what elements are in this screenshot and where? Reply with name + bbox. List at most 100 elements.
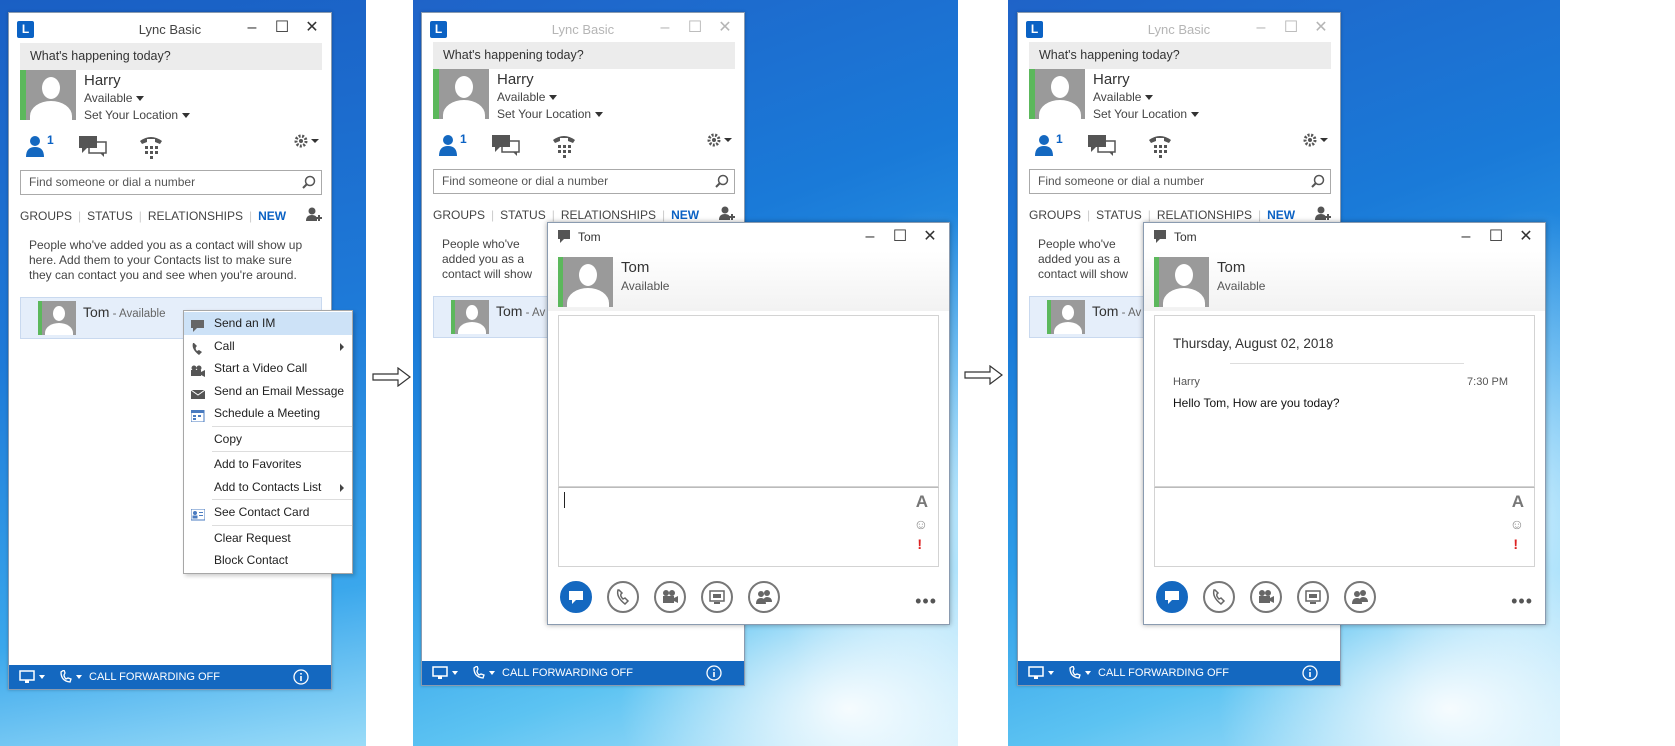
avatar[interactable] [563,257,613,307]
emoticon-icon[interactable]: ☺ [1510,516,1524,532]
location-dropdown[interactable]: Set Your Location [497,107,604,121]
maximize-button[interactable]: ☐ [885,227,915,247]
status-dropdown[interactable]: Available [497,90,558,104]
avatar[interactable] [26,70,76,120]
maximize-button[interactable]: ☐ [267,18,297,38]
phone-view-button[interactable] [551,132,577,161]
tab-status[interactable]: STATUS [87,209,133,223]
close-button[interactable]: ✕ [297,18,327,38]
call-forwarding-icon[interactable] [59,670,85,684]
more-options-button[interactable]: ••• [1511,591,1533,612]
contacts-view-button[interactable]: 1 [438,132,467,159]
menu-item-see-contact-card[interactable]: See Contact Card [184,501,352,524]
menu-item-add-to-contacts-list[interactable]: Add to Contacts List [184,476,352,499]
status-dropdown[interactable]: Available [1093,90,1154,104]
close-button[interactable]: ✕ [915,227,945,247]
menu-item-block-contact[interactable]: Block Contact [184,549,352,572]
important-icon[interactable]: ! [1513,536,1518,552]
tab-status[interactable]: STATUS [1096,208,1142,222]
whats-happening-input[interactable]: What's happening today? [1029,42,1331,69]
status-dropdown[interactable]: Available [84,91,145,105]
info-icon[interactable] [706,665,722,681]
close-button[interactable]: ✕ [1306,18,1336,38]
menu-item-schedule-a-meeting[interactable]: Schedule a Meeting [184,402,352,425]
present-button[interactable] [701,581,733,613]
location-dropdown[interactable]: Set Your Location [84,108,191,122]
call-button[interactable] [1203,581,1235,613]
font-icon[interactable]: A [916,492,928,512]
add-contact-icon[interactable] [719,206,735,222]
avatar[interactable] [1035,69,1085,119]
present-button[interactable] [1297,581,1329,613]
phone-view-button[interactable] [1147,132,1173,161]
tab-new[interactable]: NEW [671,208,699,222]
important-icon[interactable]: ! [917,536,922,552]
device-select-icon[interactable] [1028,666,1058,680]
im-button[interactable] [560,581,592,613]
maximize-button[interactable]: ☐ [1481,227,1511,247]
emoticon-icon[interactable]: ☺ [914,516,928,532]
participants-button[interactable] [748,581,780,613]
call-button[interactable] [607,581,639,613]
im-button[interactable] [1156,581,1188,613]
info-icon[interactable] [1302,665,1318,681]
options-button[interactable] [293,133,321,152]
whats-happening-input[interactable]: What's happening today? [433,42,735,69]
minimize-button[interactable]: – [1246,18,1276,38]
message-input[interactable]: A ☺ ! [1154,487,1535,567]
whats-happening-input[interactable]: What's happening today? [20,43,322,70]
call-forwarding-icon[interactable] [472,666,498,680]
contacts-view-button[interactable]: 1 [1034,132,1063,159]
menu-item-add-to-favorites[interactable]: Add to Favorites [184,453,352,476]
maximize-button[interactable]: ☐ [680,18,710,38]
close-button[interactable]: ✕ [1511,227,1541,247]
video-button[interactable] [1250,581,1282,613]
search-input[interactable]: Find someone or dial a number [433,169,735,194]
options-button[interactable] [1302,132,1330,151]
minimize-button[interactable]: – [650,18,680,38]
participants-button[interactable] [1344,581,1376,613]
tab-status[interactable]: STATUS [500,208,546,222]
more-options-button[interactable]: ••• [915,591,937,612]
add-contact-icon[interactable] [1315,206,1331,222]
menu-item-send-an-im[interactable]: Send an IM [184,312,352,335]
conversations-view-button[interactable] [491,134,521,159]
tab-groups[interactable]: GROUPS [20,209,72,223]
tab-new[interactable]: NEW [258,209,286,223]
conversations-view-button[interactable] [1087,134,1117,159]
contact-row-tom[interactable]: Tom - Av [433,296,548,338]
tab-groups[interactable]: GROUPS [433,208,485,222]
font-icon[interactable]: A [1512,492,1524,512]
call-forwarding-status[interactable]: CALL FORWARDING OFF [502,661,633,685]
search-input[interactable]: Find someone or dial a number [1029,169,1331,194]
menu-item-send-an-email-message[interactable]: Send an Email Message [184,380,352,403]
message-input[interactable]: A ☺ ! [558,487,939,567]
info-icon[interactable] [293,669,309,685]
menu-item-clear-request[interactable]: Clear Request [184,527,352,550]
tab-relationships[interactable]: RELATIONSHIPS [561,208,656,222]
minimize-button[interactable]: – [855,227,885,247]
call-forwarding-status[interactable]: CALL FORWARDING OFF [89,665,220,689]
minimize-button[interactable]: – [1451,227,1481,247]
video-button[interactable] [654,581,686,613]
contacts-view-button[interactable]: 1 [25,133,54,160]
device-select-icon[interactable] [432,666,462,680]
options-button[interactable] [706,132,734,151]
avatar[interactable] [439,69,489,119]
conversations-view-button[interactable] [78,135,108,160]
call-forwarding-icon[interactable] [1068,666,1094,680]
tab-relationships[interactable]: RELATIONSHIPS [148,209,243,223]
phone-view-button[interactable] [138,133,164,162]
location-dropdown[interactable]: Set Your Location [1093,107,1200,121]
avatar[interactable] [1159,257,1209,307]
tab-groups[interactable]: GROUPS [1029,208,1081,222]
minimize-button[interactable]: – [237,18,267,38]
add-contact-icon[interactable] [306,207,322,223]
tab-new[interactable]: NEW [1267,208,1295,222]
contact-row-tom[interactable]: Tom - Av [1029,296,1144,338]
search-input[interactable]: Find someone or dial a number [20,170,322,195]
menu-item-copy[interactable]: Copy [184,428,352,451]
tab-relationships[interactable]: RELATIONSHIPS [1157,208,1252,222]
maximize-button[interactable]: ☐ [1276,18,1306,38]
device-select-icon[interactable] [19,670,49,684]
